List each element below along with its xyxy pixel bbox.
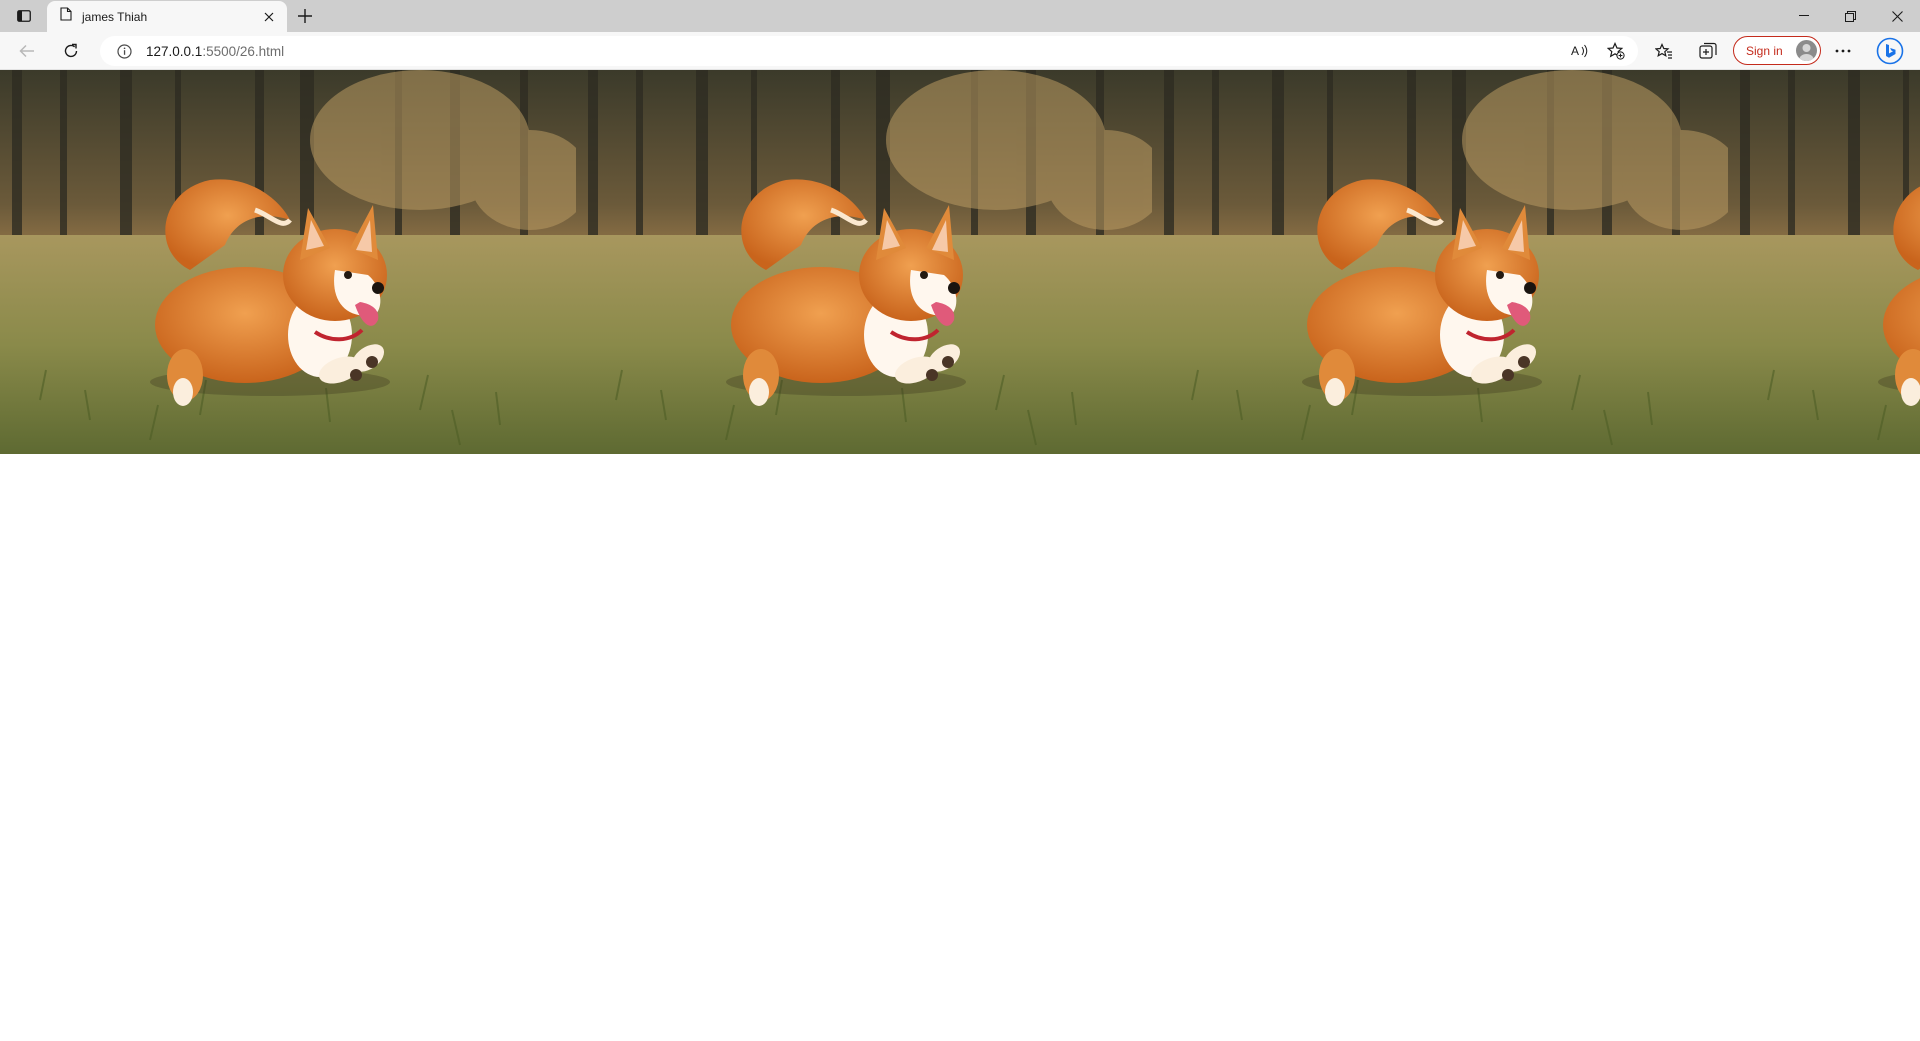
plus-icon[interactable] [292, 4, 318, 28]
corgi-image-2 [576, 70, 1152, 454]
tab-strip: james Thiah [0, 0, 1920, 32]
close-icon[interactable] [257, 5, 281, 29]
add-favorite-icon[interactable] [1602, 36, 1630, 66]
restore-icon[interactable] [1827, 0, 1873, 32]
avatar [1796, 40, 1817, 61]
more-icon[interactable] [1829, 37, 1857, 65]
refresh-icon[interactable] [57, 37, 85, 65]
sign-in-button[interactable]: Sign in [1733, 36, 1821, 65]
info-icon[interactable] [116, 43, 132, 59]
address-bar[interactable]: 127.0.0.1:5500/26.html A [100, 36, 1638, 66]
page-icon [60, 7, 72, 26]
browser-toolbar: 127.0.0.1:5500/26.html A Sign in [0, 32, 1920, 70]
corgi-image-1 [0, 70, 576, 454]
url-path: :5500/26.html [202, 43, 285, 59]
sidebar-icon[interactable] [12, 7, 36, 25]
page-viewport [0, 70, 1920, 1041]
back-icon[interactable] [13, 37, 41, 65]
svg-text:A: A [1571, 44, 1579, 58]
collections-icon[interactable] [1694, 37, 1722, 65]
favorites-icon[interactable] [1650, 37, 1678, 65]
url-host: 127.0.0.1 [146, 43, 203, 59]
corgi-image-3 [1152, 70, 1728, 454]
read-aloud-icon[interactable]: A [1566, 36, 1594, 66]
corgi-image-4 [1728, 70, 1920, 454]
image-gallery [0, 70, 1920, 454]
minimize-icon[interactable] [1781, 0, 1827, 32]
bing-icon[interactable] [1876, 37, 1904, 65]
sign-in-label: Sign in [1746, 43, 1783, 58]
window-close-icon[interactable] [1874, 0, 1920, 32]
tab-active[interactable]: james Thiah [47, 1, 287, 32]
url-text[interactable]: 127.0.0.1:5500/26.html [146, 44, 284, 59]
tab-title: james Thiah [82, 9, 148, 24]
